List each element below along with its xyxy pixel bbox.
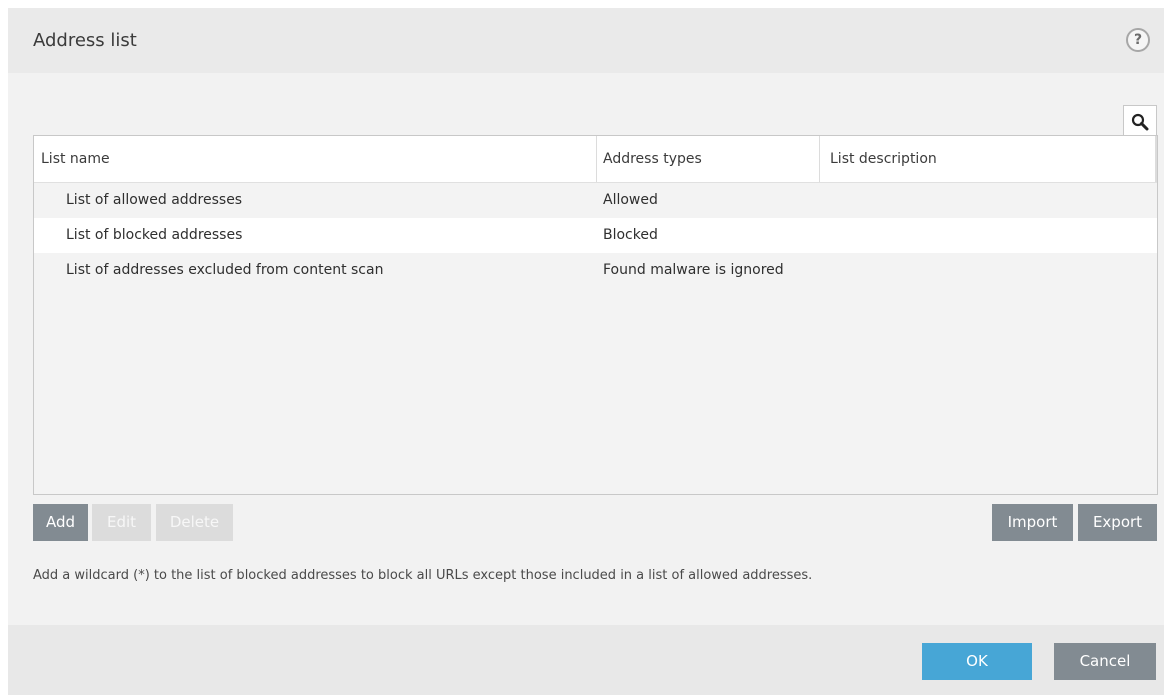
address-type-cell: Allowed	[603, 192, 658, 208]
cancel-button[interactable]: Cancel	[1054, 643, 1156, 680]
import-button[interactable]: Import	[992, 504, 1073, 541]
address-type-cell: Found malware is ignored	[603, 262, 784, 278]
list-name-cell: List of blocked addresses	[66, 227, 243, 243]
list-name-cell: List of addresses excluded from content …	[66, 262, 384, 278]
title-bar: Address list ?	[8, 8, 1164, 73]
table-header: List name Address types List description	[34, 136, 1157, 183]
address-type-cell: Blocked	[603, 227, 658, 243]
help-icon[interactable]: ?	[1126, 28, 1150, 52]
wildcard-hint-text: Add a wildcard (*) to the list of blocke…	[33, 568, 813, 583]
list-name-cell: List of allowed addresses	[66, 192, 243, 208]
dialog-title: Address list	[33, 30, 137, 51]
column-header-list-name[interactable]: List name	[34, 136, 597, 182]
column-header-address-types[interactable]: Address types	[597, 136, 820, 182]
address-list-table: List name Address types List description…	[33, 135, 1158, 495]
table-row[interactable]: List of allowed addresses Allowed	[34, 183, 1157, 218]
column-header-list-description[interactable]: List description	[820, 136, 1157, 182]
search-icon	[1131, 113, 1149, 131]
address-list-dialog: Address list ? List name Address types L…	[8, 8, 1164, 695]
search-button[interactable]	[1123, 105, 1157, 136]
ok-button[interactable]: OK	[922, 643, 1032, 680]
delete-button: Delete	[156, 504, 233, 541]
add-button[interactable]: Add	[33, 504, 88, 541]
table-row[interactable]: List of blocked addresses Blocked	[34, 218, 1157, 253]
table-row[interactable]: List of addresses excluded from content …	[34, 253, 1157, 288]
edit-button: Edit	[92, 504, 151, 541]
dialog-footer: OK Cancel	[8, 625, 1164, 695]
export-button[interactable]: Export	[1078, 504, 1157, 541]
